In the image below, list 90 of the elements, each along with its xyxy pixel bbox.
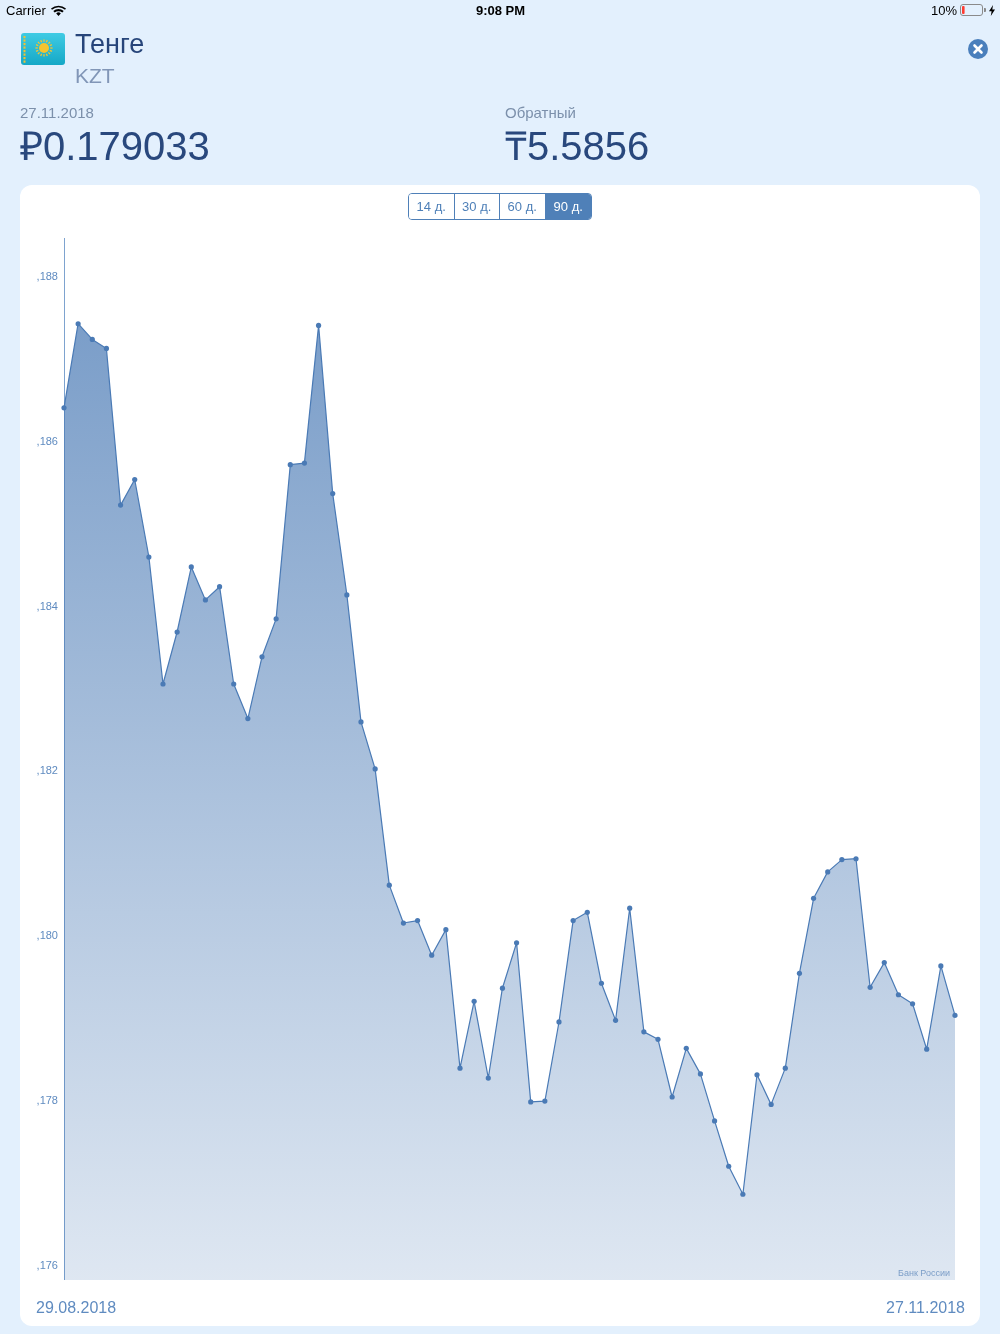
y-axis-label: ,188 (36, 269, 58, 282)
data-point (839, 856, 845, 863)
data-point (89, 336, 95, 342)
data-point (726, 1163, 732, 1169)
rate-value: ₽0.179033 (20, 124, 210, 168)
status-time: 9:08 PM (475, 2, 526, 18)
data-point (61, 405, 67, 411)
data-point (414, 918, 421, 924)
data-point (485, 1075, 491, 1081)
data-point (400, 920, 407, 926)
data-point (528, 1099, 534, 1105)
start-date-label: 29.08.2018 (36, 1298, 117, 1318)
y-axis-label: ,182 (36, 764, 58, 777)
data-point (259, 654, 265, 660)
wifi-icon (50, 4, 66, 16)
data-point (924, 1046, 930, 1052)
data-point (711, 1118, 718, 1124)
data-point (231, 681, 237, 687)
end-date-label: 27.11.2018 (886, 1298, 965, 1318)
data-point (245, 716, 251, 722)
data-point (584, 909, 590, 915)
data-point (457, 1065, 463, 1071)
y-axis-label: ,184 (36, 599, 58, 612)
data-point (443, 927, 449, 933)
data-point (513, 940, 520, 946)
battery-icon (960, 4, 986, 16)
carrier-label: Carrier (6, 2, 46, 18)
data-point (938, 963, 944, 969)
data-point (344, 592, 350, 598)
data-point (669, 1094, 675, 1100)
data-point (471, 998, 477, 1004)
data-point (754, 1072, 760, 1078)
data-point (867, 984, 873, 990)
period-tab[interactable]: 14 д. (409, 194, 455, 219)
data-point (160, 681, 166, 687)
data-point (782, 1065, 788, 1071)
data-point (202, 597, 209, 603)
data-point (556, 1019, 562, 1025)
rate-label: 27.11.2018 (20, 104, 94, 122)
data-point (570, 918, 576, 924)
data-point (273, 616, 279, 622)
data-point (740, 1191, 746, 1197)
flag-icon (21, 33, 65, 65)
data-point (132, 476, 138, 483)
data-point (386, 882, 392, 888)
data-point (796, 970, 803, 976)
data-point (103, 345, 110, 352)
close-icon[interactable] (968, 39, 988, 59)
y-axis-label: ,178 (36, 1094, 58, 1107)
data-point (768, 1101, 774, 1107)
data-point (330, 490, 336, 497)
data-point (697, 1071, 704, 1077)
data-point (853, 856, 859, 862)
period-tab[interactable]: 90 д. (545, 194, 591, 219)
y-axis-label: ,186 (36, 434, 58, 447)
data-point (188, 564, 194, 570)
data-point (499, 985, 506, 991)
data-point (117, 502, 124, 508)
data-point (909, 1001, 916, 1007)
data-point (315, 322, 322, 328)
charging-bolt-icon (989, 4, 995, 16)
rate-label: Обратный (505, 104, 576, 122)
data-point (372, 766, 378, 772)
data-point (75, 321, 81, 327)
battery-percent: 10% (930, 2, 957, 18)
data-point (952, 1012, 958, 1018)
currency-name: Тенге (75, 29, 145, 59)
y-axis-label: ,176 (36, 1259, 58, 1271)
data-point (174, 629, 180, 635)
rate-value: ₸5.5856 (505, 124, 650, 168)
data-point (810, 895, 817, 901)
data-point (612, 1017, 619, 1023)
data-point (216, 584, 223, 590)
currency-code: KZT (75, 63, 115, 89)
data-point (542, 1098, 548, 1104)
data-point (598, 980, 605, 986)
data-point (358, 719, 364, 725)
data-point (655, 1036, 661, 1042)
data-point (881, 960, 887, 966)
y-axis-label: ,180 (36, 929, 58, 942)
source-label: Банк России (898, 1268, 950, 1278)
data-point (895, 992, 902, 998)
data-point (825, 869, 831, 875)
data-point (627, 905, 633, 911)
data-point (683, 1045, 689, 1051)
data-point (146, 554, 152, 560)
data-point (429, 952, 435, 958)
data-point (287, 462, 293, 468)
data-point (641, 1029, 647, 1035)
data-point (301, 460, 308, 466)
